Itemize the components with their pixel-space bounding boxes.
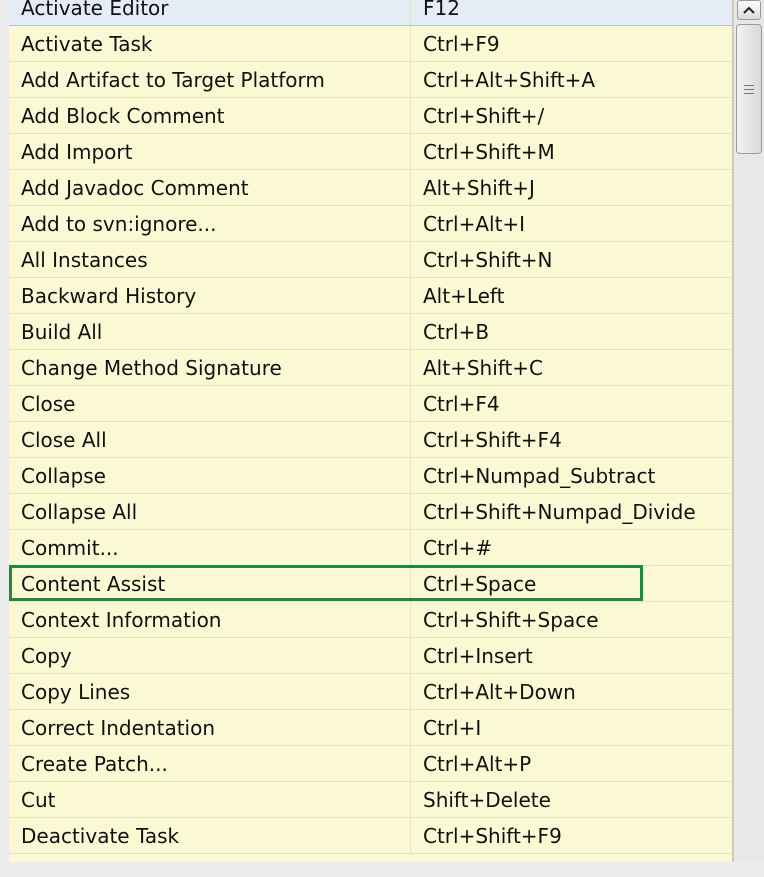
grip-icon	[744, 84, 754, 94]
table-row[interactable]: Close Ctrl+F4	[9, 386, 732, 422]
command-cell: Copy Lines	[9, 674, 411, 709]
binding-cell: Ctrl+Shift+Space	[423, 607, 599, 632]
binding-cell: Ctrl+Insert	[423, 643, 533, 668]
command-cell: Close	[9, 386, 411, 421]
command-cell: Add Artifact to Target Platform	[9, 62, 411, 97]
command-cell: Close All	[9, 422, 411, 457]
table-row[interactable]: Close All Ctrl+Shift+F4	[9, 422, 732, 458]
command-cell: Content Assist	[9, 566, 411, 601]
binding-cell: Alt+Shift+C	[423, 355, 544, 380]
table-row[interactable]: Collapse Ctrl+Numpad_Subtract	[9, 458, 732, 494]
binding-cell: Ctrl+I	[423, 715, 482, 740]
binding-cell: Ctrl+#	[423, 535, 493, 560]
binding-cell: Ctrl+Alt+Down	[423, 679, 576, 704]
command-cell: Create Patch...	[9, 746, 411, 781]
table-row[interactable]: All Instances Ctrl+Shift+N	[9, 242, 732, 278]
key-bindings-panel: Activate Editor F12 Activate Task Ctrl+F9 Ad…	[0, 0, 764, 877]
binding-cell: Alt+Left	[423, 283, 505, 308]
command-cell: Add Import	[9, 134, 411, 169]
scroll-thumb[interactable]	[736, 24, 762, 154]
binding-cell: Alt+Shift+J	[423, 175, 535, 200]
binding-cell: Ctrl+Alt+Shift+A	[423, 67, 596, 92]
table-row[interactable]: Copy Ctrl+Insert	[9, 638, 732, 674]
command-cell: Commit...	[9, 530, 411, 565]
binding-cell: Shift+Delete	[423, 787, 551, 812]
table-row[interactable]: Context Information Ctrl+Shift+Space	[9, 602, 732, 638]
table-row[interactable]: Add Import Ctrl+Shift+M	[9, 134, 732, 170]
table-row[interactable]: Activate Editor F12	[9, 0, 732, 26]
binding-cell: Ctrl+Shift+Numpad_Divide	[423, 499, 696, 524]
table-row[interactable]: Cut Shift+Delete	[9, 782, 732, 818]
table-row[interactable]: Deactivate Task Ctrl+Shift+F9	[9, 818, 732, 854]
command-cell: Add Block Comment	[9, 98, 411, 133]
binding-cell: F12	[423, 0, 460, 20]
binding-cell: Ctrl+Shift+N	[423, 247, 553, 272]
table-row[interactable]: Backward History Alt+Left	[9, 278, 732, 314]
binding-cell: Ctrl+Shift+F4	[423, 427, 562, 452]
table-row[interactable]: Change Method Signature Alt+Shift+C	[9, 350, 732, 386]
command-cell: Collapse All	[9, 494, 411, 529]
command-cell: Correct Indentation	[9, 710, 411, 745]
vertical-scrollbar[interactable]	[733, 0, 764, 862]
command-cell: Add to svn:ignore...	[9, 206, 411, 241]
key-bindings-table[interactable]: Activate Editor F12 Activate Task Ctrl+F9 Ad…	[9, 0, 733, 862]
command-cell: All Instances	[9, 242, 411, 277]
command-cell: Copy	[9, 638, 411, 673]
table-row[interactable]: Copy Lines Ctrl+Alt+Down	[9, 674, 732, 710]
command-cell: Collapse	[9, 458, 411, 493]
binding-cell: Ctrl+B	[423, 319, 490, 344]
table-row[interactable]: Collapse All Ctrl+Shift+Numpad_Divide	[9, 494, 732, 530]
table-body: Activate Editor F12 Activate Task Ctrl+F9 Ad…	[9, 0, 732, 854]
table-row[interactable]: Build All Ctrl+B	[9, 314, 732, 350]
command-cell: Deactivate Task	[9, 818, 411, 853]
binding-cell: Ctrl+Numpad_Subtract	[423, 463, 656, 488]
binding-cell: Ctrl+Shift+F9	[423, 823, 562, 848]
table-row[interactable]: Commit... Ctrl+#	[9, 530, 732, 566]
table-row[interactable]: Activate Task Ctrl+F9	[9, 26, 732, 62]
command-cell: Cut	[9, 782, 411, 817]
binding-cell: Ctrl+Alt+I	[423, 211, 526, 236]
command-cell: Change Method Signature	[9, 350, 411, 385]
command-cell: Backward History	[9, 278, 411, 313]
table-row[interactable]: Content Assist Ctrl+Space	[9, 566, 732, 602]
binding-cell: Ctrl+Space	[423, 571, 537, 596]
binding-cell: Ctrl+Alt+P	[423, 751, 532, 776]
binding-cell: Ctrl+Shift+M	[423, 139, 555, 164]
table-row[interactable]: Add Javadoc Comment Alt+Shift+J	[9, 170, 732, 206]
table-row[interactable]: Add Artifact to Target Platform Ctrl+Alt+…	[9, 62, 732, 98]
table-row[interactable]: Add to svn:ignore... Ctrl+Alt+I	[9, 206, 732, 242]
table-row[interactable]: Add Block Comment Ctrl+Shift+/	[9, 98, 732, 134]
binding-cell: Ctrl+F9	[423, 31, 500, 56]
command-cell: Build All	[9, 314, 411, 349]
binding-cell: Ctrl+F4	[423, 391, 500, 416]
binding-cell: Ctrl+Shift+/	[423, 103, 545, 128]
command-cell: Context Information	[9, 602, 411, 637]
command-cell: Add Javadoc Comment	[9, 170, 411, 205]
table-row[interactable]: Correct Indentation Ctrl+I	[9, 710, 732, 746]
command-cell: Activate Task	[9, 26, 411, 61]
command-cell: Activate Editor	[9, 0, 411, 25]
chevron-up-icon	[743, 6, 755, 14]
scroll-up-button[interactable]	[737, 0, 761, 20]
table-row[interactable]: Create Patch... Ctrl+Alt+P	[9, 746, 732, 782]
